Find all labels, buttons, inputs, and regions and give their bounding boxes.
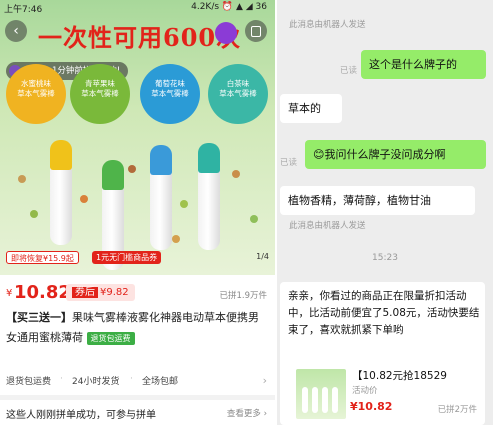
decorative-leaf — [232, 170, 240, 178]
service-item: 退货包运费 — [6, 377, 52, 387]
decorative-leaf — [80, 195, 88, 203]
currency-symbol: ¥ — [6, 288, 13, 299]
price: 10.82 — [14, 282, 71, 303]
decorative-leaf — [250, 215, 258, 223]
product-card-message[interactable]: 亲亲，你看过的商品正在限量折扣活动中，比活动前便宜了5.08元，活动快要结束了，… — [280, 282, 485, 425]
card-thumbnail — [296, 369, 346, 419]
status-time: 上午7:46 — [4, 5, 43, 15]
chat-panel: 此消息由机器人发送 已读 这个是什么牌子的 草本的 已读 😊我问什么牌子没问成分… — [277, 0, 493, 425]
service-item: 全场包邮 — [142, 377, 179, 387]
status-bar: 上午7:46 4.2K/s ⏰ ▲ ◢ 36 — [0, 0, 275, 15]
separator-dot: · — [130, 374, 133, 384]
promo-tag: 即将恢复¥15.9起 — [6, 251, 79, 264]
bottle-cap — [50, 140, 72, 170]
decorative-leaf — [18, 175, 26, 183]
read-receipt: 已读 — [340, 66, 358, 76]
product-title: 【买三送一】果味气雾棒液雾化神器电动草本便携男女通用蜜桃薄荷 退货包运费 — [6, 308, 268, 348]
group-buy-text: 这些人刚刚拼单成功，可参与拼单 — [6, 410, 156, 421]
bot-note: 此消息由机器人发送 — [289, 221, 366, 231]
thumbnail-bottle — [322, 387, 328, 413]
bottle-cap — [198, 143, 220, 173]
chevron-left-icon: ‹ — [13, 23, 19, 39]
bottle-cap — [102, 160, 124, 190]
flavor-label-tea: 白茶味 草本气雾棒 — [208, 64, 268, 124]
time-divider: 15:23 — [372, 253, 398, 263]
view-more-link[interactable]: 查看更多 › — [227, 407, 267, 419]
status-indicators: 4.2K/s ⏰ ▲ ◢ 36 — [191, 2, 267, 12]
decorative-leaf — [180, 200, 188, 208]
card-sold-count: 已拼2万件 — [437, 405, 477, 415]
sold-count: 已拼1.9万件 — [219, 291, 267, 301]
decorative-leaf — [172, 235, 180, 243]
after-coupon-badge: 券后 ¥9.82 — [66, 284, 135, 301]
flavor-label-grape: 葡萄花味 草本气雾棒 — [140, 64, 200, 124]
title-highlight: 【买三送一】 — [6, 311, 72, 324]
chat-bubble-incoming: 植物香精，薄荷醇，植物甘油 — [280, 186, 475, 215]
promo-strip: 即将恢复¥15.9起 1元无门槛商品券 — [0, 246, 275, 268]
chat-bubble-outgoing: 这个是什么牌子的 — [361, 50, 486, 79]
chat-bubble-incoming: 草本的 — [280, 94, 342, 123]
service-row[interactable]: 退货包运费 · 24小时发货 · 全场包邮 › — [0, 370, 275, 390]
flavor-label-peach: 水蜜桃味 草本气雾棒 — [6, 64, 66, 124]
after-coupon-label: 券后 — [72, 287, 98, 298]
bottle-cap — [150, 145, 172, 175]
read-receipt: 已读 — [280, 158, 298, 168]
product-image-carousel[interactable]: 上午7:46 4.2K/s ⏰ ▲ ◢ 36 ‹ 一次性可用600次 晓*** … — [0, 0, 275, 275]
return-shipping-badge: 退货包运费 — [86, 331, 135, 345]
thumbnail-bottle — [332, 387, 338, 413]
separator-dot: · — [60, 374, 63, 384]
image-counter: 1/4 — [256, 252, 269, 261]
card-message-text: 亲亲，你看过的商品正在限量折扣活动中，比活动前便宜了5.08元，活动快要结束了，… — [288, 290, 480, 336]
promo-headline: 一次性可用600次 — [38, 23, 242, 52]
flavor-label-apple: 青苹果味 草本气雾棒 — [70, 64, 130, 124]
decorative-leaf — [30, 210, 38, 218]
chevron-right-icon: › — [262, 374, 267, 387]
decorative-leaf — [128, 165, 136, 173]
service-item: 24小时发货 — [72, 377, 120, 387]
after-coupon-price: ¥9.82 — [100, 287, 129, 298]
card-subtitle: 活动价 — [352, 386, 378, 396]
chat-bubble-outgoing: 😊我问什么牌子没问成分啊 — [305, 140, 486, 169]
section-divider — [0, 395, 275, 400]
share-button[interactable] — [245, 20, 267, 42]
scribble-mark — [215, 22, 237, 44]
back-button[interactable]: ‹ — [5, 20, 27, 42]
coupon-tag[interactable]: 1元无门槛商品券 — [92, 251, 162, 264]
product-page: 上午7:46 4.2K/s ⏰ ▲ ◢ 36 ‹ 一次性可用600次 晓*** … — [0, 0, 275, 425]
card-title: 【10.82元抢18529 — [352, 370, 447, 382]
thumbnail-bottle — [302, 387, 308, 413]
bot-note: 此消息由机器人发送 — [289, 20, 366, 30]
price-row: ¥ 10.82 券后 ¥9.82 已拼1.9万件 — [0, 282, 275, 304]
card-price: ¥10.82 — [350, 400, 393, 413]
thumbnail-bottle — [312, 387, 318, 413]
group-buy-row[interactable]: 这些人刚刚拼单成功，可参与拼单 查看更多 › — [0, 402, 275, 424]
